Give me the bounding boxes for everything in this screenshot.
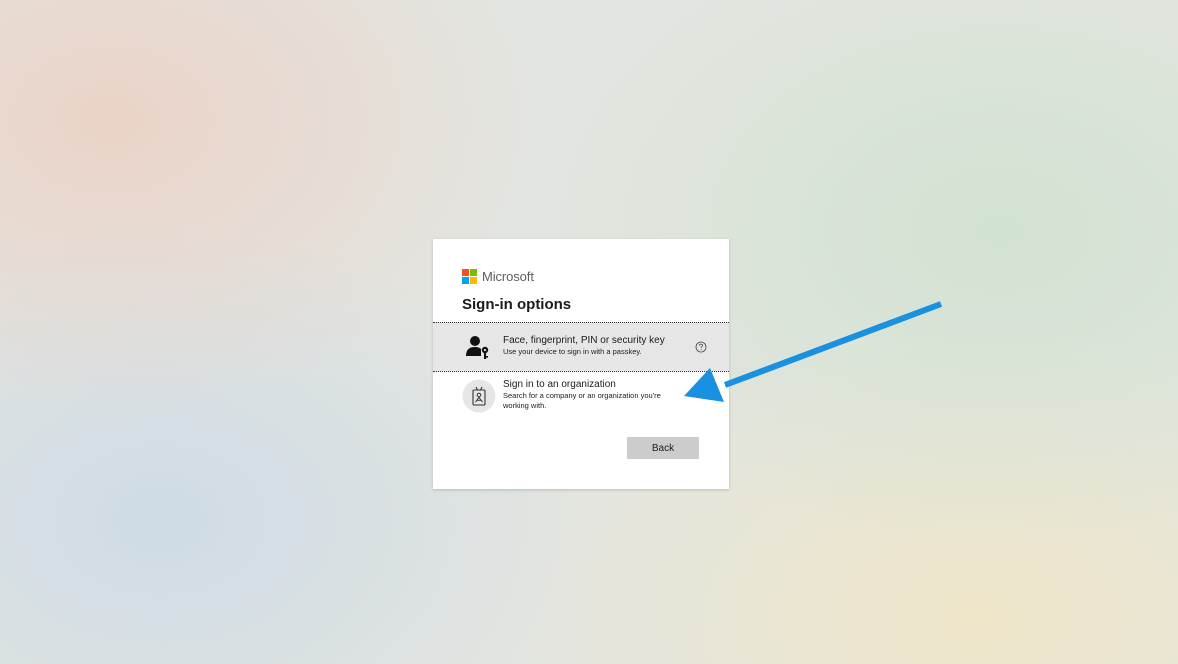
microsoft-brand: Microsoft [462,269,534,284]
microsoft-logo-icon [462,269,477,284]
option-organization-description: Search for a company or an organization … [503,391,661,410]
sign-in-dialog: Microsoft Sign-in options Face, fingerpr… [433,239,729,489]
option-passkey-title: Face, fingerprint, PIN or security key [503,335,665,346]
option-passkey-description: Use your device to sign in with a passke… [503,347,642,356]
badge-icon [462,379,496,413]
option-organization-text: Sign in to an organization Search for a … [503,379,681,411]
option-organization[interactable]: Sign in to an organization Search for a … [433,372,729,422]
person-key-icon [466,336,489,359]
option-passkey[interactable]: Face, fingerprint, PIN or security key U… [433,322,729,372]
option-organization-title: Sign in to an organization [503,379,616,390]
brand-name: Microsoft [482,269,534,284]
help-circle-icon[interactable] [695,341,707,353]
page-title: Sign-in options [462,296,572,313]
option-passkey-text: Face, fingerprint, PIN or security key U… [503,335,681,357]
back-button[interactable]: Back [627,437,699,459]
